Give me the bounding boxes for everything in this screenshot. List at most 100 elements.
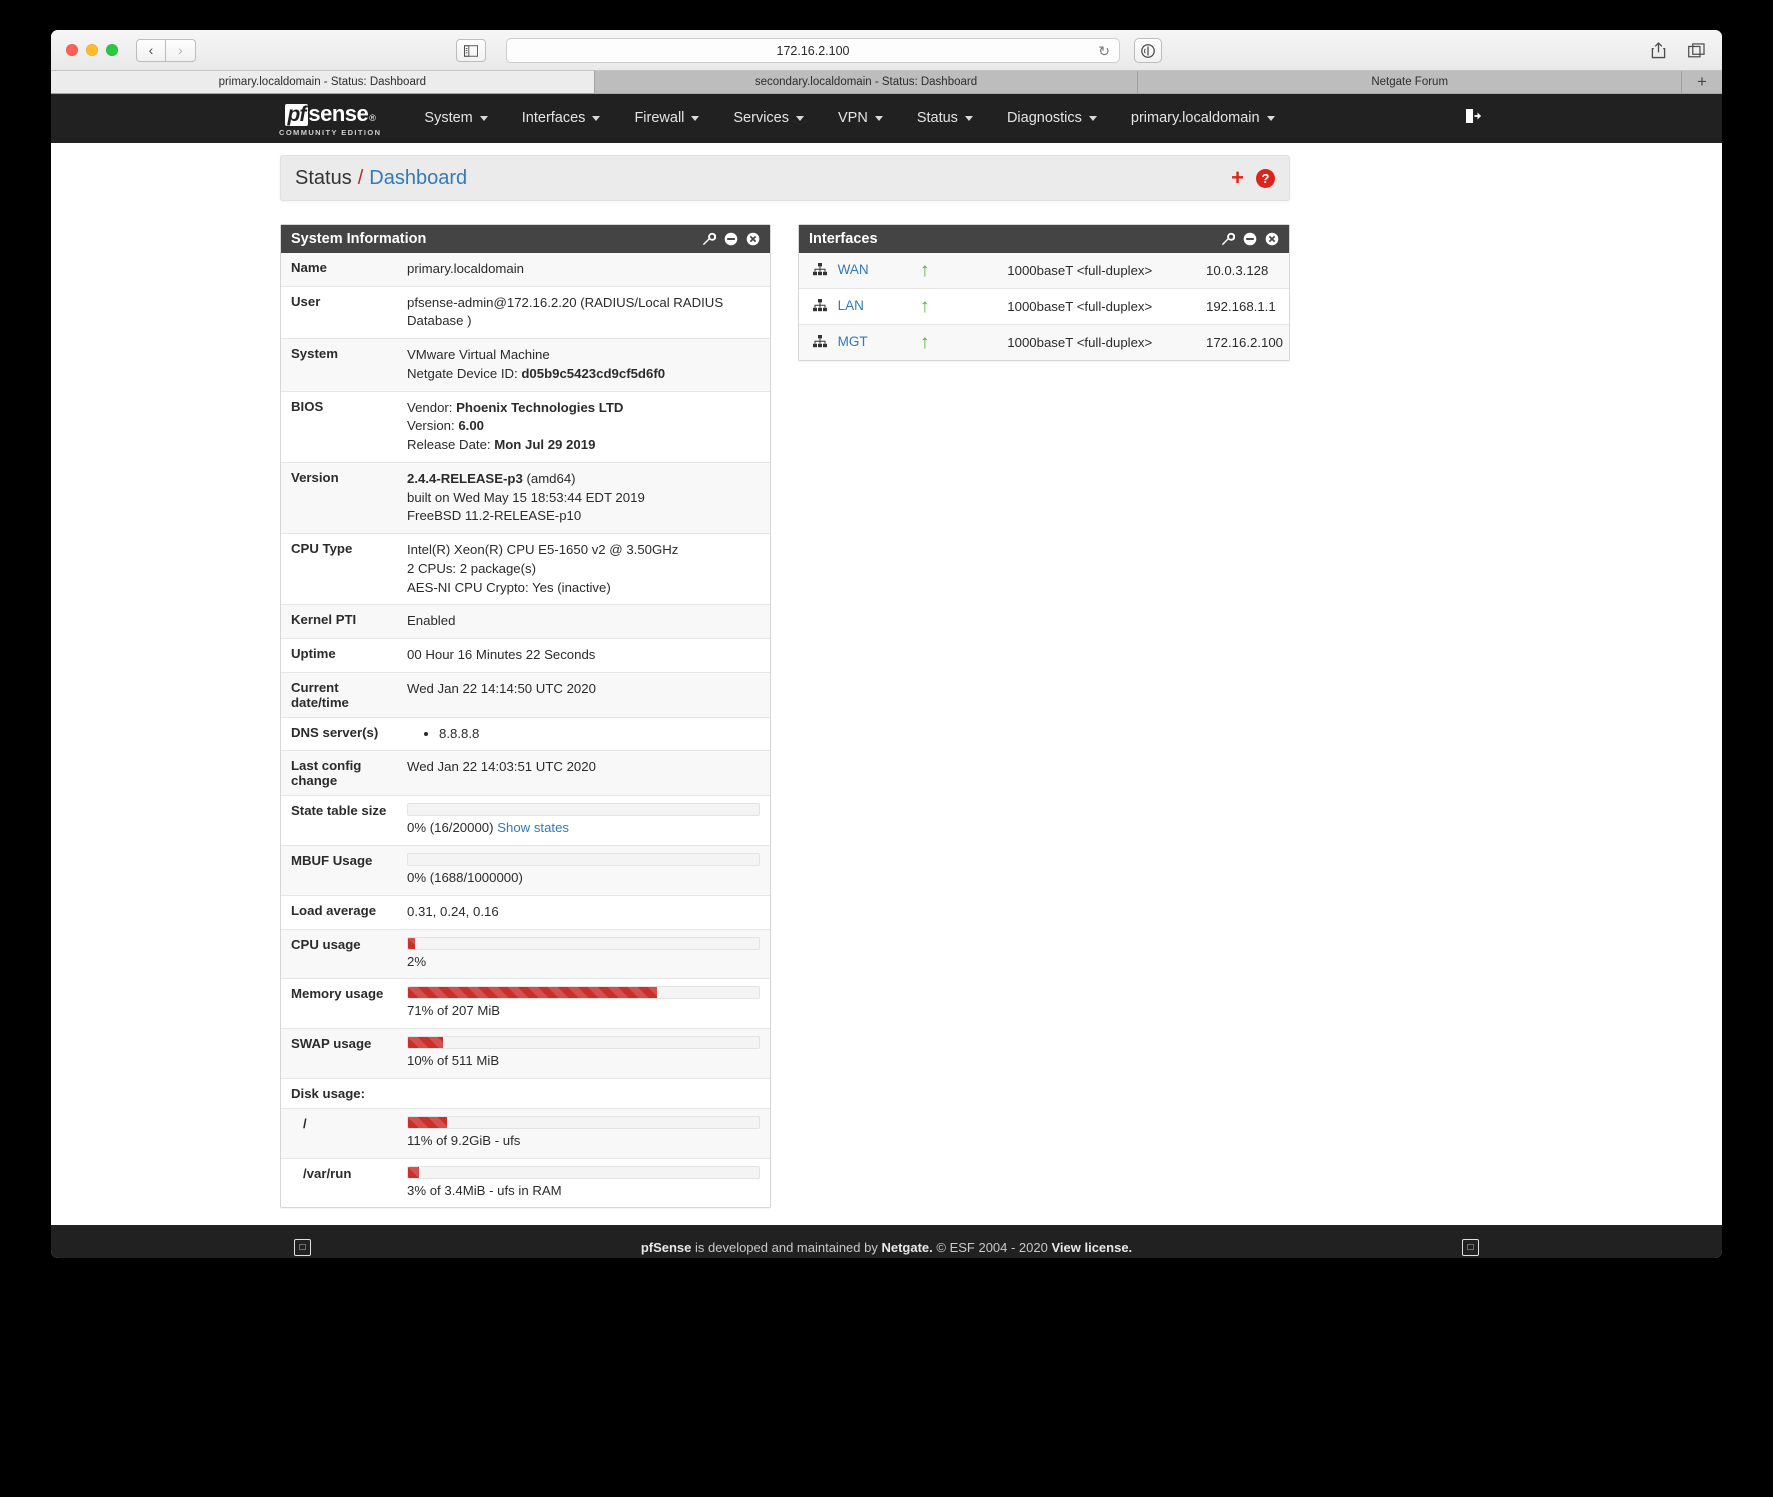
table-row: Name primary.localdomain (281, 253, 770, 287)
logout-button[interactable] (1464, 107, 1482, 130)
netgate-link[interactable]: Netgate. (881, 1240, 932, 1255)
tab-netgate-forum[interactable]: Netgate Forum (1138, 71, 1683, 93)
show-states-link[interactable]: Show states (497, 820, 569, 835)
table-row: Current date/time Wed Jan 22 14:14:50 UT… (281, 672, 770, 718)
breadcrumb: Status / Dashboard + ? (280, 155, 1290, 201)
row-value: 11% of 9.2GiB - ufs (403, 1108, 770, 1158)
minimize-widget-icon[interactable] (1242, 232, 1257, 247)
minimize-window-button[interactable] (86, 44, 98, 56)
share-button[interactable] (1646, 39, 1670, 61)
navigation-buttons[interactable]: ‹ › (136, 38, 196, 62)
nav-item-hostname[interactable]: primary.localdomain (1114, 94, 1292, 143)
nav-item-diagnostics[interactable]: Diagnostics (990, 94, 1114, 143)
expand-all-widgets-icon[interactable]: □ (294, 1238, 311, 1256)
page-body: Status / Dashboard + ? System Informatio… (51, 143, 1722, 1225)
disk-path-root: / (303, 1115, 307, 1131)
nav-item-firewall[interactable]: Firewall (617, 94, 716, 143)
nav-menu[interactable]: System Interfaces Firewall Services VPN … (407, 94, 1291, 143)
interface-media: 1000baseT <full-duplex> (1007, 299, 1153, 314)
cpu-crypto: AES-NI CPU Crypto: Yes (inactive) (407, 579, 611, 595)
pfsense-logo[interactable]: pf sense ® COMMUNITY EDITION (279, 101, 381, 137)
forward-button[interactable]: › (166, 38, 196, 62)
wrench-icon[interactable] (701, 232, 716, 247)
row-value: 0% (16/20000) Show states (403, 796, 770, 846)
nav-item-status[interactable]: Status (900, 94, 990, 143)
row-value: 10% of 511 MiB (403, 1029, 770, 1079)
table-row: / 11% of 9.2GiB - ufs (281, 1108, 770, 1159)
bios-version-line: Version: 6.00 (407, 417, 760, 436)
progress-fill (408, 987, 658, 999)
breadcrumb-root: Status (295, 166, 352, 189)
view-license-link[interactable]: View license. (1051, 1240, 1132, 1255)
interface-name-cell[interactable]: MGT (799, 325, 914, 361)
dns-server-list: 8.8.8.8 (439, 725, 760, 744)
interface-link[interactable]: LAN (838, 298, 864, 313)
interface-status-cell: ↑ (914, 325, 1001, 361)
close-window-button[interactable] (66, 44, 78, 56)
row-value: Enabled (407, 613, 456, 629)
system-information-table: Name primary.localdomain User pfsense-ad… (281, 253, 770, 1208)
interface-link[interactable]: MGT (838, 334, 868, 349)
wrench-icon[interactable] (1220, 232, 1235, 247)
nav-item-services[interactable]: Services (716, 94, 821, 143)
reload-icon[interactable]: ↻ (1098, 43, 1110, 60)
collapse-all-widgets-icon[interactable]: □ (1462, 1238, 1479, 1256)
help-button[interactable]: ? (1256, 168, 1275, 188)
interface-name-cell[interactable]: LAN (799, 289, 914, 325)
table-row: DNS server(s) 8.8.8.8 (281, 717, 770, 751)
maximize-window-button[interactable] (106, 44, 118, 56)
shield-icon (1141, 43, 1155, 58)
table-row: Version 2.4.4-RELEASE-p3 (amd64) built o… (281, 462, 770, 534)
cpu-usage-progress (407, 936, 760, 950)
interface-link[interactable]: WAN (838, 262, 869, 277)
disk-path-varrun: /var/run (303, 1165, 352, 1181)
list-item: 8.8.8.8 (439, 725, 760, 744)
row-value: 2.4.4-RELEASE-p3 (amd64) built on Wed Ma… (403, 462, 770, 533)
add-widget-button[interactable]: + (1231, 167, 1244, 189)
row-label: CPU usage (291, 936, 361, 952)
table-row: BIOS Vendor: Phoenix Technologies LTD Ve… (281, 391, 770, 463)
row-label: MBUF Usage (291, 853, 373, 869)
show-tabs-button[interactable] (1684, 39, 1708, 61)
breadcrumb-current[interactable]: Dashboard (369, 167, 467, 190)
nav-item-vpn[interactable]: VPN (821, 94, 900, 143)
page-footer: □ pfSense is developed and maintained by… (51, 1225, 1722, 1258)
tab-secondary-dashboard[interactable]: secondary.localdomain - Status: Dashboar… (594, 71, 1139, 93)
footer-text: pfSense is developed and maintained by N… (641, 1240, 1132, 1255)
memory-usage-text: 71% of 207 MiB (407, 1003, 501, 1019)
row-label: Last config change (291, 758, 362, 789)
sidebar-icon (464, 44, 478, 57)
nav-item-system[interactable]: System (407, 94, 504, 143)
interface-status-cell: ↑ (914, 289, 1001, 325)
row-value: Intel(R) Xeon(R) CPU E5-1650 v2 @ 3.50GH… (403, 534, 770, 605)
chevron-down-icon (592, 116, 601, 121)
table-row: MBUF Usage 0% (1688/1000000) (281, 845, 770, 896)
sidebar-toggle-button[interactable] (456, 39, 486, 62)
row-label: Disk usage: (291, 1085, 366, 1101)
disk-root-progress (407, 1115, 760, 1129)
widget-title: System Information (291, 231, 427, 247)
nav-label: Status (916, 110, 958, 126)
nav-item-interfaces[interactable]: Interfaces (505, 94, 618, 143)
progress-fill (408, 1166, 419, 1178)
close-widget-icon[interactable] (1264, 232, 1279, 247)
version-number: 2.4.4-RELEASE-p3 (407, 470, 523, 486)
minimize-widget-icon[interactable] (723, 232, 738, 247)
bios-release-label: Release Date: (407, 437, 491, 453)
window-controls[interactable] (66, 44, 118, 56)
new-tab-button[interactable]: + (1682, 71, 1722, 93)
close-widget-icon[interactable] (745, 232, 760, 247)
logo-badge: pf (284, 103, 309, 126)
address-bar[interactable]: 172.16.2.100 ↻ (506, 38, 1120, 63)
tab-label: secondary.localdomain - Status: Dashboar… (754, 76, 978, 88)
interface-ip: 172.16.2.100 (1205, 335, 1283, 350)
back-button[interactable]: ‹ (136, 38, 166, 62)
row-label: Kernel PTI (291, 612, 357, 628)
row-value: VMware Virtual Machine Netgate Device ID… (403, 339, 770, 391)
interface-name-cell[interactable]: WAN (799, 253, 914, 289)
table-row: Disk usage: (281, 1078, 770, 1109)
tab-strip[interactable]: primary.localdomain - Status: Dashboard … (51, 71, 1722, 94)
tab-primary-dashboard[interactable]: primary.localdomain - Status: Dashboard (51, 71, 595, 93)
privacy-report-button[interactable] (1134, 38, 1162, 63)
nav-label: VPN (838, 110, 868, 126)
